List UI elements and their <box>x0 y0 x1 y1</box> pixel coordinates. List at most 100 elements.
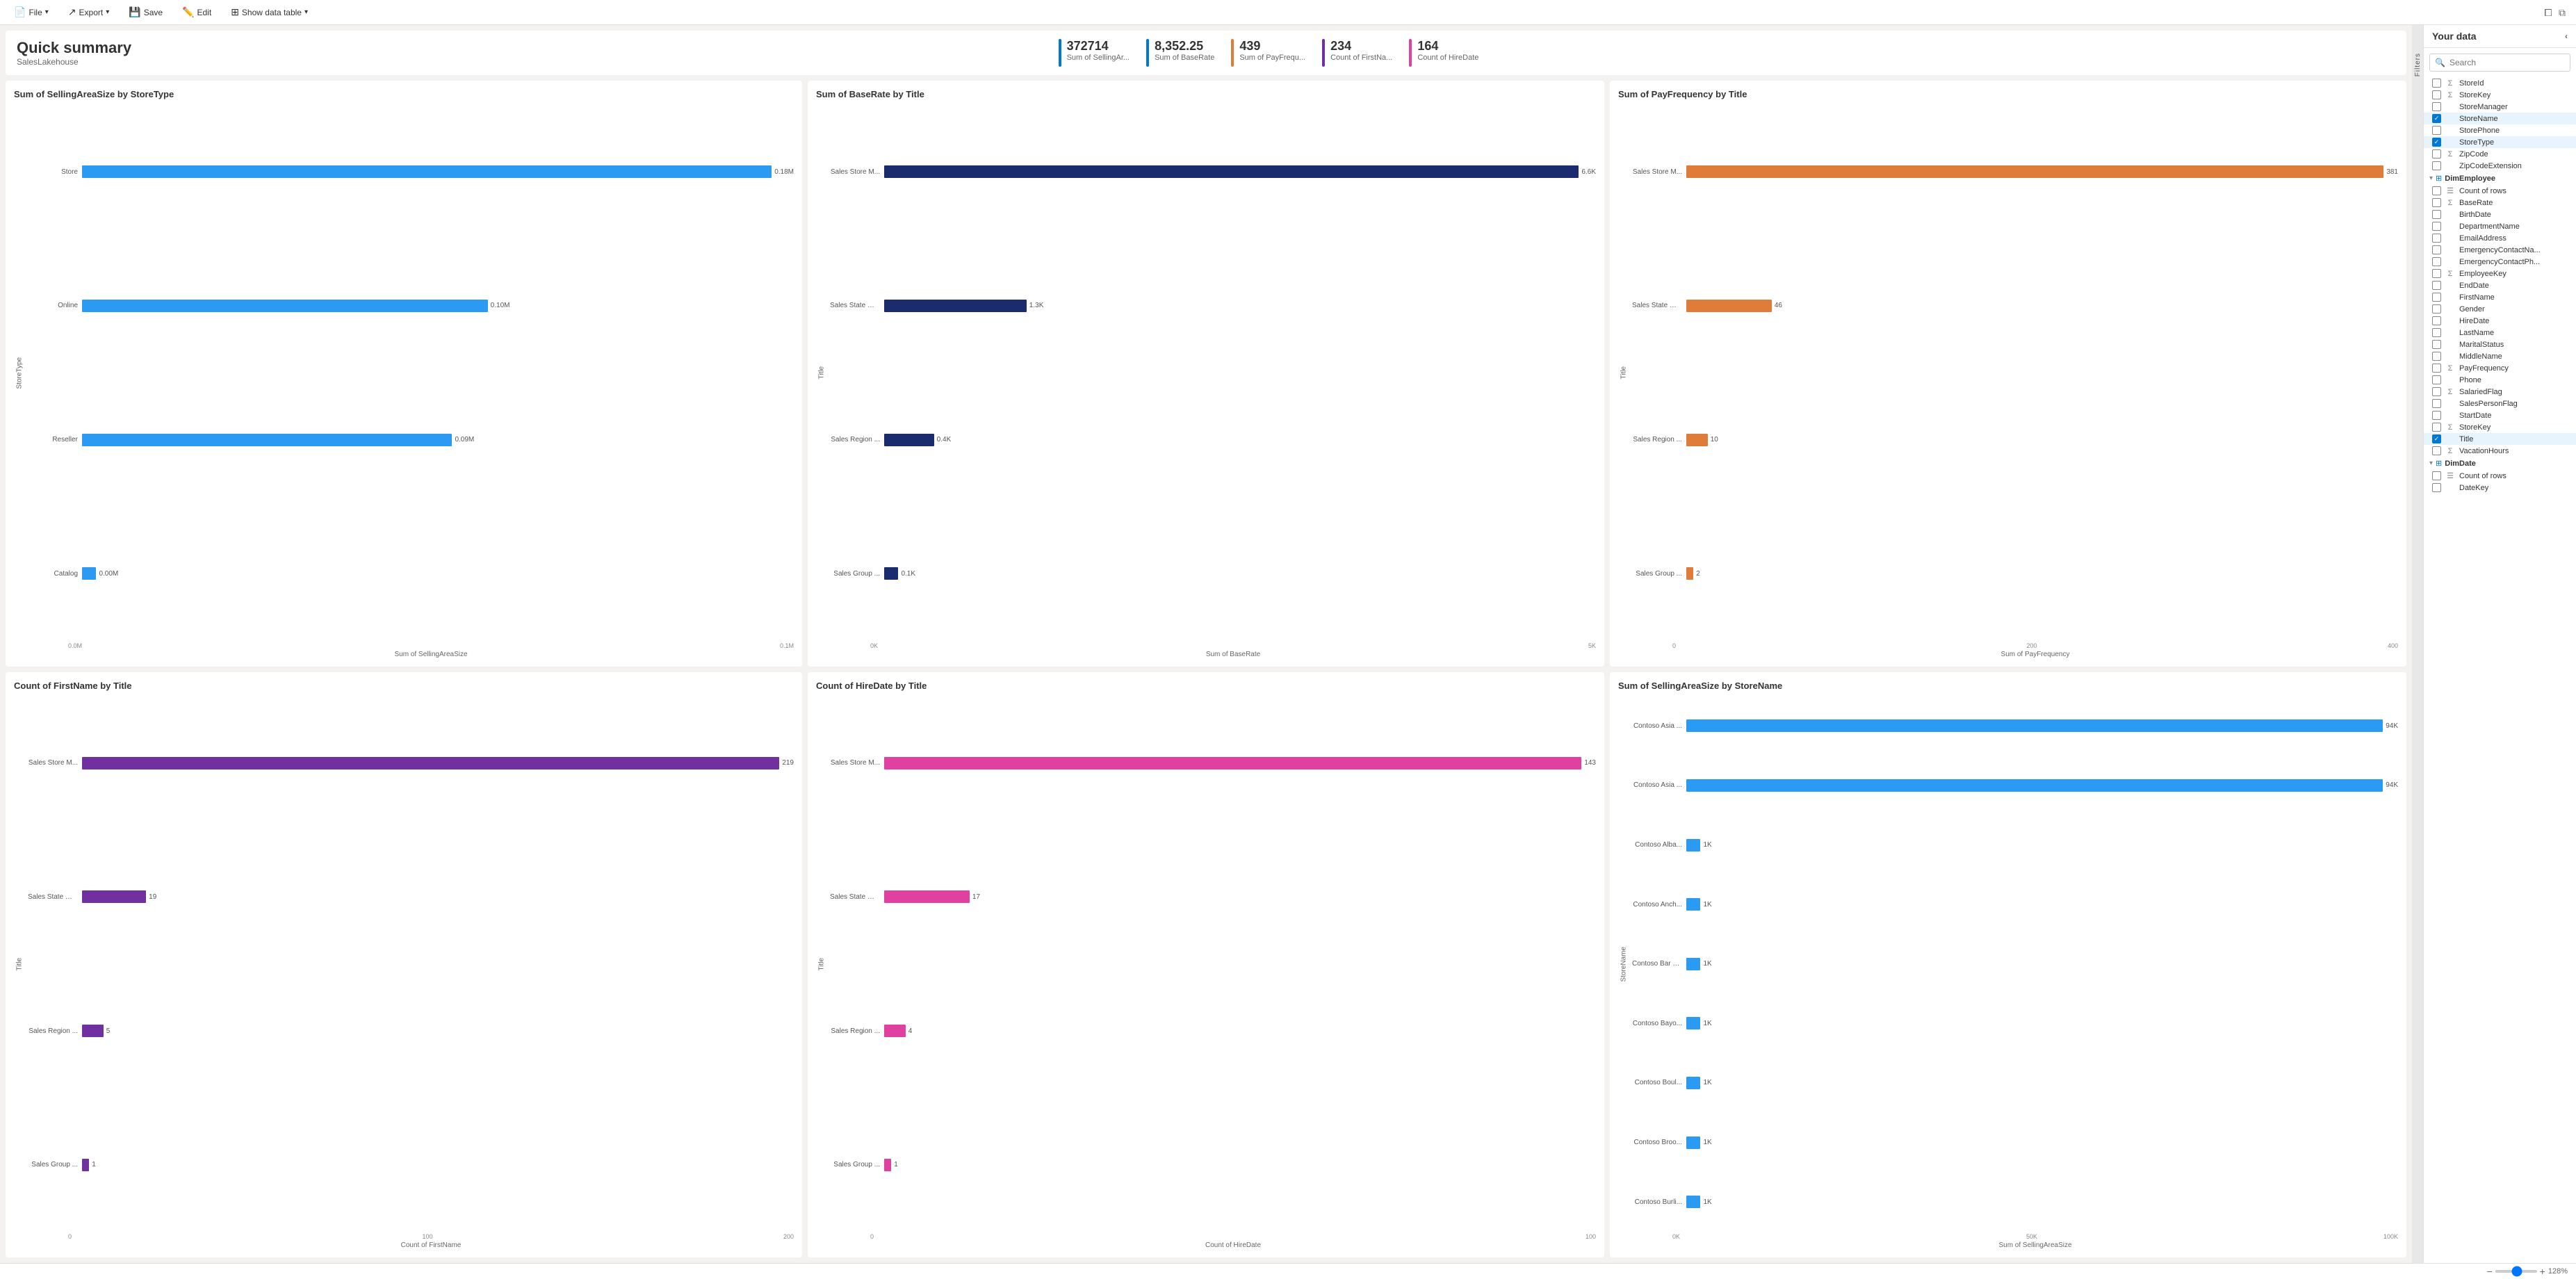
field-icon-16: Σ <box>2445 270 2455 278</box>
checkbox-10[interactable] <box>2432 198 2441 207</box>
kpi-label-3: Count of FirstNa... <box>1330 54 1392 62</box>
sidebar-item-9[interactable]: ☰ Count of rows <box>2424 185 2576 197</box>
checkbox-28[interactable] <box>2432 411 2441 420</box>
sidebar-item-7[interactable]: ZipCodeExtension <box>2424 160 2576 172</box>
sidebar-group-8[interactable]: ▾ ⊞ DimEmployee <box>2424 172 2576 185</box>
sidebar-item-29[interactable]: Σ StoreKey <box>2424 421 2576 433</box>
chart-body-0: StoreType Store 0.18M Online 0.10M Resel… <box>14 105 794 658</box>
sidebar-item-33[interactable]: ☰ Count of rows <box>2424 470 2576 482</box>
kpi-text-0: 372714 Sum of SellingAr... <box>1067 39 1130 62</box>
checkbox-9[interactable] <box>2432 186 2441 195</box>
checkbox-22[interactable] <box>2432 340 2441 349</box>
sidebar-item-0[interactable]: Σ StoreId <box>2424 77 2576 89</box>
chart-title-0: Sum of SellingAreaSize by StoreType <box>14 89 794 99</box>
checkbox-29[interactable] <box>2432 423 2441 432</box>
checkbox-34[interactable] <box>2432 483 2441 492</box>
chart-body-2: Title Sales Store M... 381 Sales State M… <box>1618 105 2398 658</box>
checkbox-26[interactable] <box>2432 387 2441 396</box>
minimize-button[interactable]: ⧠ <box>2543 7 2554 18</box>
sidebar-item-34[interactable]: DateKey <box>2424 482 2576 494</box>
search-input[interactable] <box>2429 54 2570 72</box>
checkbox-25[interactable] <box>2432 375 2441 384</box>
sidebar-item-14[interactable]: EmergencyContactNa... <box>2424 244 2576 256</box>
sidebar-item-6[interactable]: Σ ZipCode <box>2424 148 2576 160</box>
sidebar-item-27[interactable]: SalesPersonFlag <box>2424 398 2576 409</box>
y-axis-label-1: Title <box>816 105 827 641</box>
save-button[interactable]: 💾 Save <box>123 3 168 21</box>
checkbox-23[interactable] <box>2432 352 2441 361</box>
sidebar-item-26[interactable]: Σ SalariedFlag <box>2424 386 2576 398</box>
sidebar-item-31[interactable]: Σ VacationHours <box>2424 445 2576 457</box>
bar-0-3 <box>82 567 96 580</box>
field-label-6: ZipCode <box>2459 150 2488 158</box>
checkbox-4[interactable] <box>2432 126 2441 135</box>
sidebar-item-22[interactable]: MaritalStatus <box>2424 339 2576 350</box>
checkbox-2[interactable] <box>2432 102 2441 111</box>
checkbox-31[interactable] <box>2432 446 2441 455</box>
edit-button[interactable]: ✏️ Edit <box>177 3 217 21</box>
sidebar-item-10[interactable]: Σ BaseRate <box>2424 197 2576 209</box>
sidebar-group-32[interactable]: ▾ ⊞ DimDate <box>2424 457 2576 470</box>
export-label: Export <box>79 8 104 17</box>
sidebar-item-5[interactable]: ✓ StoreType <box>2424 136 2576 148</box>
sidebar-item-24[interactable]: Σ PayFrequency <box>2424 362 2576 374</box>
checkbox-19[interactable] <box>2432 304 2441 313</box>
checkbox-14[interactable] <box>2432 245 2441 254</box>
checkbox-33[interactable] <box>2432 471 2441 480</box>
checkbox-21[interactable] <box>2432 328 2441 337</box>
sidebar-item-28[interactable]: StartDate <box>2424 409 2576 421</box>
sidebar-collapse-button[interactable]: ‹ <box>2565 31 2568 41</box>
bar-value-2-3: 2 <box>1696 570 1700 578</box>
checkbox-12[interactable] <box>2432 222 2441 231</box>
checkbox-20[interactable] <box>2432 316 2441 325</box>
checkbox-27[interactable] <box>2432 399 2441 408</box>
sidebar-item-30[interactable]: ✓ Title <box>2424 433 2576 445</box>
file-button[interactable]: 📄 File ▾ <box>8 3 54 21</box>
bar-value-1-1: 1.3K <box>1029 302 1044 309</box>
sidebar-item-16[interactable]: Σ EmployeeKey <box>2424 268 2576 279</box>
checkbox-6[interactable] <box>2432 149 2441 158</box>
bar-4-3 <box>884 1159 891 1171</box>
checkbox-3[interactable]: ✓ <box>2432 114 2441 123</box>
sidebar-item-3[interactable]: ✓ StoreName <box>2424 113 2576 124</box>
main-area: Quick summary SalesLakehouse 372714 Sum … <box>0 25 2576 1263</box>
x-tick: 100K <box>2383 1233 2398 1240</box>
sidebar-item-19[interactable]: Gender <box>2424 303 2576 315</box>
checkbox-11[interactable] <box>2432 210 2441 219</box>
sidebar-item-4[interactable]: StorePhone <box>2424 124 2576 136</box>
sidebar-item-15[interactable]: EmergencyContactPh... <box>2424 256 2576 268</box>
checkbox-16[interactable] <box>2432 269 2441 278</box>
zoom-in-button[interactable]: + <box>2540 1266 2545 1277</box>
bar-label-5-7: Contoso Broo... <box>1632 1139 1682 1146</box>
show-data-table-button[interactable]: ⊞ Show data table ▾ <box>225 3 313 21</box>
sidebar-item-2[interactable]: StoreManager <box>2424 101 2576 113</box>
sidebar-item-12[interactable]: DepartmentName <box>2424 220 2576 232</box>
checkbox-24[interactable] <box>2432 364 2441 373</box>
export-button[interactable]: ↗ Export ▾ <box>63 3 115 21</box>
checkbox-1[interactable] <box>2432 90 2441 99</box>
checkbox-15[interactable] <box>2432 257 2441 266</box>
sidebar-item-23[interactable]: MiddleName <box>2424 350 2576 362</box>
sidebar-item-17[interactable]: EndDate <box>2424 279 2576 291</box>
sidebar-item-21[interactable]: LastName <box>2424 327 2576 339</box>
sidebar-item-1[interactable]: Σ StoreKey <box>2424 89 2576 101</box>
bar-value-5-1: 94K <box>2386 781 2398 789</box>
kpi-bar: 372714 Sum of SellingAr... 8,352.25 Sum … <box>142 39 2395 67</box>
checkbox-13[interactable] <box>2432 234 2441 243</box>
sidebar-item-18[interactable]: FirstName <box>2424 291 2576 303</box>
checkbox-7[interactable] <box>2432 161 2441 170</box>
checkbox-30[interactable]: ✓ <box>2432 434 2441 443</box>
sidebar-item-20[interactable]: HireDate <box>2424 315 2576 327</box>
zoom-out-button[interactable]: − <box>2486 1266 2492 1277</box>
checkbox-5[interactable]: ✓ <box>2432 138 2441 147</box>
bar-label-4-0: Sales Store M... <box>830 759 880 767</box>
sidebar-item-13[interactable]: EmailAddress <box>2424 232 2576 244</box>
filters-panel[interactable]: Filters <box>2412 25 2423 1263</box>
checkbox-18[interactable] <box>2432 293 2441 302</box>
checkbox-0[interactable] <box>2432 79 2441 88</box>
sidebar-item-11[interactable]: BirthDate <box>2424 209 2576 220</box>
zoom-slider[interactable] <box>2495 1270 2537 1273</box>
maximize-button[interactable]: ⧉ <box>2557 7 2568 18</box>
checkbox-17[interactable] <box>2432 281 2441 290</box>
sidebar-item-25[interactable]: Phone <box>2424 374 2576 386</box>
